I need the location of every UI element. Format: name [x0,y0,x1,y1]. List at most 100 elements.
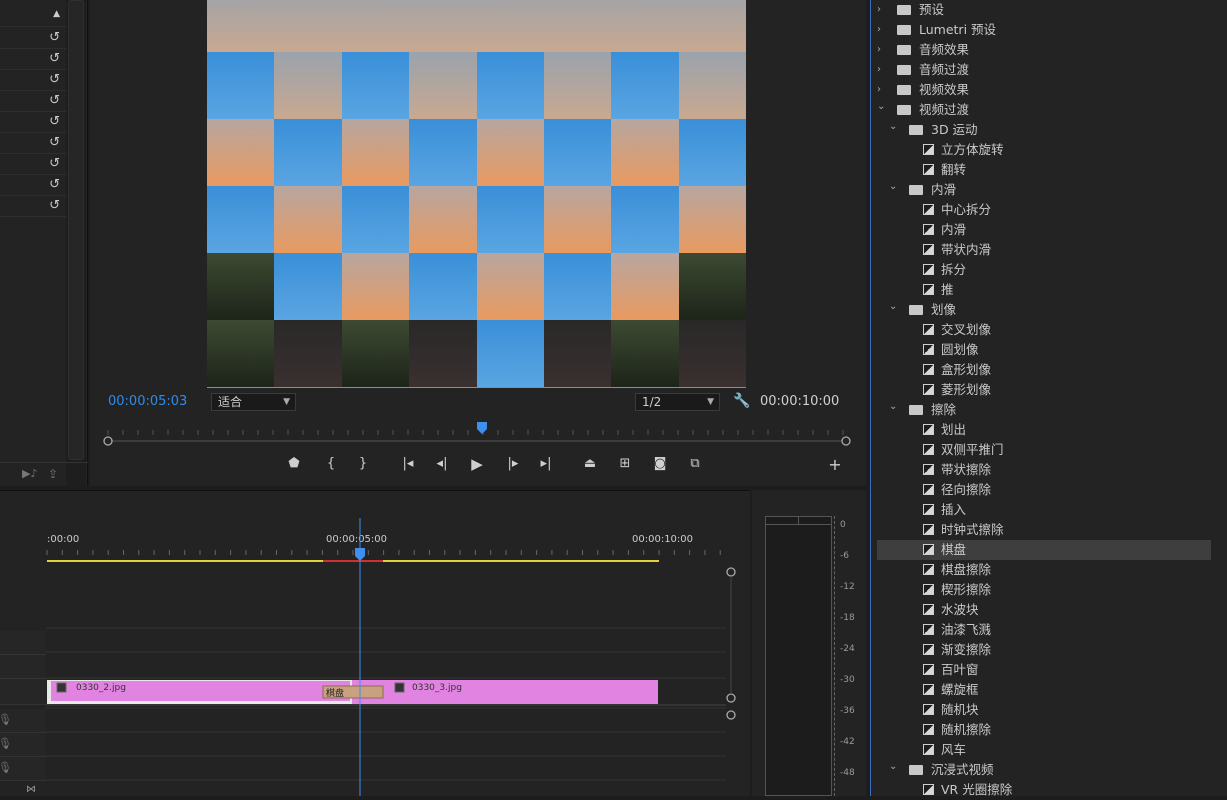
reset-icon[interactable]: ↺ [49,93,60,108]
go-to-out-icon[interactable]: ▸| [536,456,556,471]
effect-item[interactable]: 翻转 [877,160,1211,180]
effect-item[interactable]: 百叶窗 [877,660,1211,680]
video-preview[interactable] [207,0,746,388]
playback-resolution-select[interactable]: 1/2 ▼ [635,393,720,411]
add-button-icon[interactable]: + [825,455,845,474]
effect-item[interactable]: 插入 [877,500,1211,520]
scroll-handle-icon[interactable] [726,710,736,720]
chevron-down-icon[interactable]: ⌄ [889,297,899,317]
chevron-down-icon[interactable]: ⌄ [889,177,899,197]
mark-in-icon[interactable]: { [321,456,341,471]
video-track-v1-header[interactable] [0,679,46,705]
comparison-view-icon[interactable]: ⧉ [685,456,705,471]
collapse-up-icon[interactable]: ▲ [53,9,60,19]
effect-folder[interactable]: ⌄ 擦除 [877,400,1211,420]
reset-icon[interactable]: ↺ [49,177,60,192]
fit-zoom-select[interactable]: 适合 ▼ [211,393,296,411]
left-panel-scrollbar[interactable] [66,0,86,486]
effect-item[interactable]: 推 [877,280,1211,300]
chevron-right-icon[interactable]: › [877,40,887,60]
microphone-icon[interactable]: 🎙 [0,737,12,750]
effect-item[interactable]: 带状内滑 [877,240,1211,260]
effect-item[interactable]: 油漆飞溅 [877,620,1211,640]
effect-item[interactable]: 圆划像 [877,340,1211,360]
effect-folder[interactable]: › 预设 [877,0,1211,20]
effect-folder[interactable]: ⌄ 内滑 [877,180,1211,200]
play-icon[interactable]: ▶ [467,455,487,473]
effect-item[interactable]: 随机擦除 [877,720,1211,740]
effect-item[interactable]: 楔形擦除 [877,580,1211,600]
step-back-icon[interactable]: ◂| [432,456,452,471]
program-playhead[interactable] [477,422,487,434]
effect-item[interactable]: 双侧平推门 [877,440,1211,460]
reset-icon[interactable]: ↺ [49,72,60,87]
chevron-down-icon[interactable]: ⌄ [889,117,899,137]
chevron-right-icon[interactable]: › [877,60,887,80]
export-icon[interactable]: ⇪ [48,467,58,481]
reset-icon[interactable]: ↺ [49,114,60,129]
effect-folder[interactable]: › Lumetri 预设 [877,20,1211,40]
timeline-playhead[interactable] [355,548,365,561]
chevron-right-icon[interactable]: › [877,0,887,20]
go-to-in-icon[interactable]: |◂ [398,456,418,471]
settings-wrench-icon[interactable]: 🔧 [733,393,750,409]
effect-item[interactable]: VR 光圈擦除 [877,780,1211,800]
effect-item[interactable]: 风车 [877,740,1211,760]
effect-folder[interactable]: ⌄ 沉浸式视频 [877,760,1211,780]
effect-item[interactable]: 带状擦除 [877,460,1211,480]
effect-item[interactable]: 拆分 [877,260,1211,280]
effect-item[interactable]: 渐变擦除 [877,640,1211,660]
effect-item[interactable]: 螺旋框 [877,680,1211,700]
microphone-icon[interactable]: 🎙 [0,761,12,774]
current-timecode[interactable]: 00:00:05:03 [108,394,187,409]
audio-track-a3-header[interactable]: 🎙 [0,757,46,781]
reset-icon[interactable]: ↺ [49,135,60,150]
mark-out-icon[interactable]: } [353,456,373,471]
effect-item[interactable]: 随机块 [877,700,1211,720]
microphone-icon[interactable]: 🎙 [0,713,12,726]
effect-item[interactable]: 内滑 [877,220,1211,240]
lift-icon[interactable]: ⏏ [580,456,600,471]
chevron-down-icon[interactable]: ⌄ [877,97,887,117]
program-time-ruler[interactable] [101,420,856,448]
effect-item[interactable]: 交叉划像 [877,320,1211,340]
zoom-handle-left[interactable] [103,436,113,446]
effect-item[interactable]: 中心拆分 [877,200,1211,220]
effect-item[interactable]: 盒形划像 [877,360,1211,380]
effect-folder[interactable]: › 视频效果 [877,80,1211,100]
audio-track-a1-header[interactable]: 🎙 [0,709,46,733]
reset-icon[interactable]: ↺ [49,30,60,45]
zoom-handle-right[interactable] [841,436,851,446]
effect-item[interactable]: 水波块 [877,600,1211,620]
video-track-v3-header[interactable] [0,631,46,655]
effect-folder[interactable]: ⌄ 3D 运动 [877,120,1211,140]
effect-item[interactable]: 棋盘擦除 [877,560,1211,580]
effect-item[interactable]: 菱形划像 [877,380,1211,400]
effect-item[interactable]: 棋盘 [877,540,1211,560]
reset-icon[interactable]: ↺ [49,156,60,171]
effect-folder[interactable]: › 音频效果 [877,40,1211,60]
reset-icon[interactable]: ↺ [49,198,60,213]
effect-item[interactable]: 径向擦除 [877,480,1211,500]
effect-item[interactable]: 划出 [877,420,1211,440]
chevron-down-icon[interactable]: ⌄ [889,397,899,417]
effect-item[interactable]: 时钟式擦除 [877,520,1211,540]
chevron-right-icon[interactable]: › [877,20,887,40]
effect-folder[interactable]: ⌄ 视频过渡 [877,100,1211,120]
extract-icon[interactable]: ⊞ [615,456,635,471]
audio-track-a2-header[interactable]: 🎙 [0,733,46,757]
scroll-handle-icon[interactable] [726,567,736,577]
effect-item[interactable]: 立方体旋转 [877,140,1211,160]
scroll-handle-icon[interactable] [726,693,736,703]
step-forward-icon[interactable]: |▸ [503,456,523,471]
camera-icon[interactable]: ◙ [650,456,670,471]
timeline-tracks[interactable] [46,518,750,796]
effect-folder[interactable]: ⌄ 划像 [877,300,1211,320]
effect-folder[interactable]: › 音频过渡 [877,60,1211,80]
chevron-down-icon[interactable]: ⌄ [889,757,899,777]
add-marker-icon[interactable]: ⬟ [284,456,304,471]
reset-icon[interactable]: ↺ [49,51,60,66]
timeline-zoom-icon[interactable]: ⋈ [26,784,36,795]
video-track-v2-header[interactable] [0,655,46,679]
audio-icon[interactable]: ▶♪ [22,467,37,480]
